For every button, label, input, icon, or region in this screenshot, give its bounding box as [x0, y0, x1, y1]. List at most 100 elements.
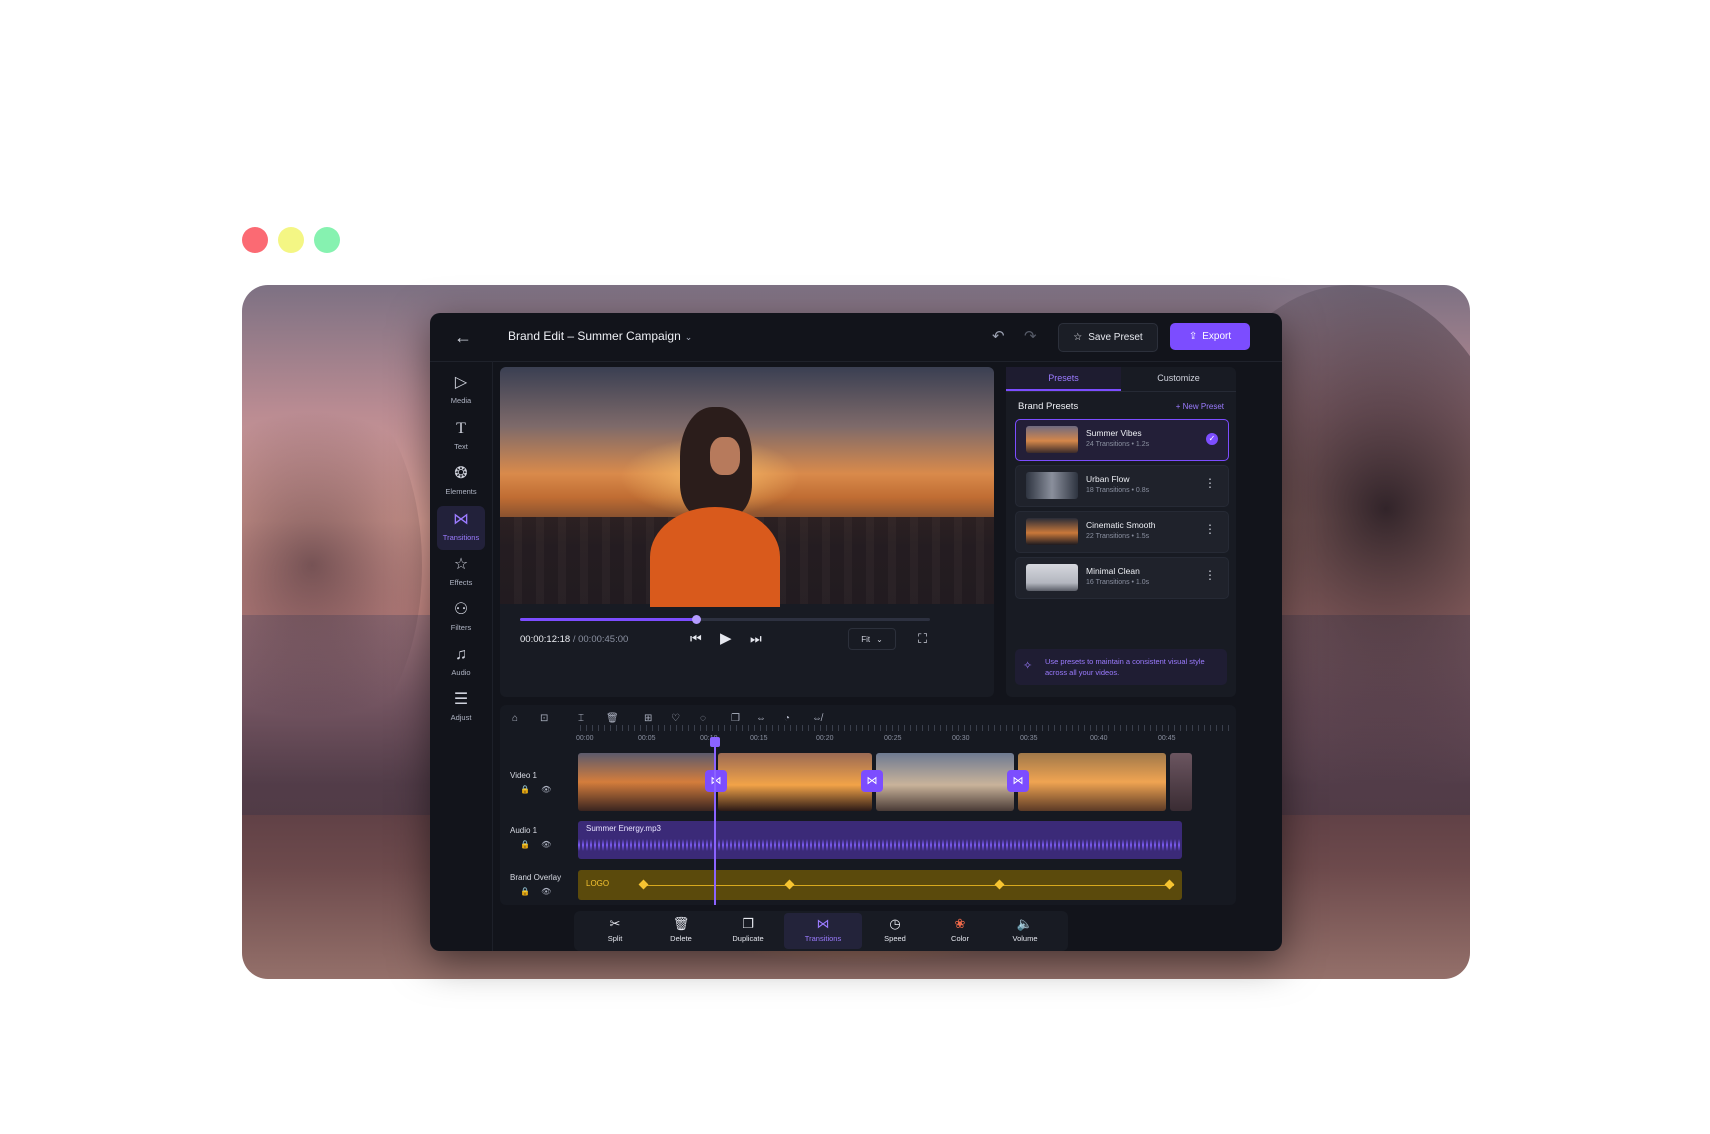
playhead[interactable]: [710, 737, 720, 905]
toolbar-volume-button[interactable]: 🔈 Volume: [990, 913, 1060, 949]
toolbar-delete-button[interactable]: 🗑 Delete: [646, 913, 716, 949]
ruler-tick: 00:15: [750, 735, 768, 742]
sidebar-item-transitions[interactable]: ⋈ Transitions: [437, 506, 485, 550]
eye-icon[interactable]: 👁: [541, 887, 551, 896]
transitions-icon: ⋈: [816, 916, 830, 931]
bottom-toolbar: ✂ Split 🗑 Delete ❐ Duplicate ⋈ Transitio…: [574, 911, 1068, 951]
unlink-icon[interactable]: ⇎: [812, 713, 822, 724]
toolbar-speed-button[interactable]: ◷ Speed: [860, 913, 930, 949]
tab-presets[interactable]: Presets: [1006, 367, 1121, 391]
toolbar-label: Duplicate: [732, 934, 764, 943]
video-clip[interactable]: [876, 753, 1014, 811]
scrubber-handle[interactable]: [692, 615, 702, 624]
preset-thumbnail: [1026, 518, 1078, 545]
maximize-window-dot[interactable]: [314, 227, 340, 253]
preset-card-minimal-clean[interactable]: Minimal Clean 16 Transitions • 1.0s ⋮: [1015, 557, 1229, 599]
preset-meta: 22 Transitions • 1.5s: [1086, 533, 1150, 540]
play-icon[interactable]: ▶: [720, 629, 732, 647]
preset-name: Minimal Clean: [1086, 566, 1140, 576]
track-controls: 🔒 👁: [520, 887, 551, 896]
close-window-dot[interactable]: [242, 227, 268, 253]
toolbar-label: Speed: [884, 934, 906, 943]
new-preset-button[interactable]: + New Preset: [1176, 402, 1224, 411]
sidebar-item-elements[interactable]: ❂ Elements: [437, 460, 485, 504]
sidebar-item-label: Transitions: [442, 533, 480, 542]
lock-icon[interactable]: 🔒: [520, 887, 530, 896]
fullscreen-icon[interactable]: ⛶: [918, 631, 927, 647]
transition-marker-icon[interactable]: ⋈: [861, 770, 883, 792]
toolbar-split-button[interactable]: ✂ Split: [580, 913, 650, 949]
more-options-icon[interactable]: ⋮: [1204, 568, 1216, 582]
sidebar-item-audio[interactable]: ♫ Audio: [437, 641, 485, 685]
video-clip[interactable]: [1170, 753, 1192, 811]
copy-icon[interactable]: ❐: [731, 713, 740, 724]
keyframe-marker[interactable]: [638, 879, 649, 890]
video-clip[interactable]: [718, 753, 872, 811]
trash-icon[interactable]: 🗑: [606, 713, 619, 724]
skip-back-icon[interactable]: ⏮: [690, 631, 702, 647]
panel-tabs: Presets Customize: [1006, 367, 1236, 392]
total-time: 00:00:45:00: [578, 634, 629, 645]
sidebar-item-text[interactable]: T Text: [437, 415, 485, 459]
sidebar-item-adjust[interactable]: ☰ Adjust: [437, 686, 485, 730]
video-clip[interactable]: [578, 753, 716, 811]
eye-icon[interactable]: 👁: [541, 840, 551, 849]
keyframe-marker[interactable]: [784, 879, 795, 890]
speed-icon: ◷: [889, 916, 901, 931]
snap-icon[interactable]: ⊡: [540, 713, 548, 724]
toolbar-duplicate-button[interactable]: ❐ Duplicate: [713, 913, 783, 949]
video-clip[interactable]: [1018, 753, 1166, 811]
preset-name: Urban Flow: [1086, 474, 1130, 484]
playhead-handle[interactable]: [710, 737, 720, 747]
minimize-window-dot[interactable]: [278, 227, 304, 253]
preview-frame[interactable]: [500, 367, 994, 607]
keyframe-marker[interactable]: [994, 879, 1005, 890]
export-button[interactable]: ⇪ Export: [1170, 323, 1250, 350]
magnet-icon[interactable]: ⌂: [512, 713, 518, 724]
toolbar-transitions-button[interactable]: ⋈ Transitions: [784, 913, 862, 949]
transition-marker-icon[interactable]: ⋈: [705, 770, 727, 792]
split-tool-icon[interactable]: ⌶: [578, 713, 584, 724]
sidebar-item-effects[interactable]: ☆ Effects: [437, 551, 485, 595]
toolbar-label: Volume: [1012, 934, 1038, 943]
ruler-tick: 00:35: [1020, 735, 1038, 742]
zoom-fit-select[interactable]: Fit ⌄: [848, 628, 896, 650]
heart-icon[interactable]: ♡: [671, 713, 680, 724]
playback-scrubber[interactable]: [520, 615, 930, 624]
time-ruler[interactable]: [580, 725, 1230, 743]
preset-card-cinematic-smooth[interactable]: Cinematic Smooth 22 Transitions • 1.5s ⋮: [1015, 511, 1229, 553]
tool-sidebar: ▷ Media T Text ❂ Elements ⋈ Transitions …: [430, 361, 493, 951]
sidebar-item-filters[interactable]: ⚇ Filters: [437, 596, 485, 640]
keyframe-marker[interactable]: [1164, 879, 1175, 890]
eye-icon[interactable]: 👁: [541, 785, 551, 794]
back-arrow-icon[interactable]: ←: [454, 327, 472, 348]
preset-card-urban-flow[interactable]: Urban Flow 18 Transitions • 0.8s ⋮: [1015, 465, 1229, 507]
preset-card-summer-vibes[interactable]: Summer Vibes 24 Transitions • 1.2s ✓: [1015, 419, 1229, 461]
sidebar-item-media[interactable]: ▷ Media: [437, 369, 485, 413]
project-title[interactable]: Brand Edit – Summer Campaign ⌄: [508, 329, 692, 343]
link-icon[interactable]: ⇔: [756, 713, 766, 724]
sidebar-item-label: Audio: [451, 668, 471, 677]
toolbar-color-button[interactable]: ❀ Color: [925, 913, 995, 949]
save-preset-button[interactable]: ☆ Save Preset: [1058, 323, 1158, 352]
speed-icon[interactable]: ◔: [784, 713, 790, 724]
trash-icon: 🗑: [672, 916, 690, 931]
brand-overlay-clip[interactable]: LOGO: [578, 870, 1182, 900]
undo-icon[interactable]: ↶: [992, 327, 1005, 345]
lock-icon[interactable]: 🔒: [520, 840, 530, 849]
timecode: 00:00:12:18 / 00:00:45:00: [520, 634, 628, 645]
lock-icon[interactable]: 🔒: [520, 785, 530, 794]
redo-icon[interactable]: ↷: [1024, 327, 1037, 345]
toolbar-label: Transitions: [804, 934, 842, 943]
mask-icon[interactable]: ◌: [700, 713, 706, 724]
orange-jacket: [650, 507, 780, 607]
tab-customize[interactable]: Customize: [1121, 367, 1236, 391]
skip-forward-icon[interactable]: ⏭: [750, 631, 762, 647]
audio-clip[interactable]: Summer Energy.mp3: [578, 821, 1182, 859]
more-options-icon[interactable]: ⋮: [1204, 522, 1216, 536]
toolbar-label: Delete: [670, 934, 692, 943]
more-options-icon[interactable]: ⋮: [1204, 476, 1216, 490]
ruler-tick: 00:05: [638, 735, 656, 742]
crop-icon[interactable]: ⊞: [644, 713, 652, 724]
transition-marker-icon[interactable]: ⋈: [1007, 770, 1029, 792]
